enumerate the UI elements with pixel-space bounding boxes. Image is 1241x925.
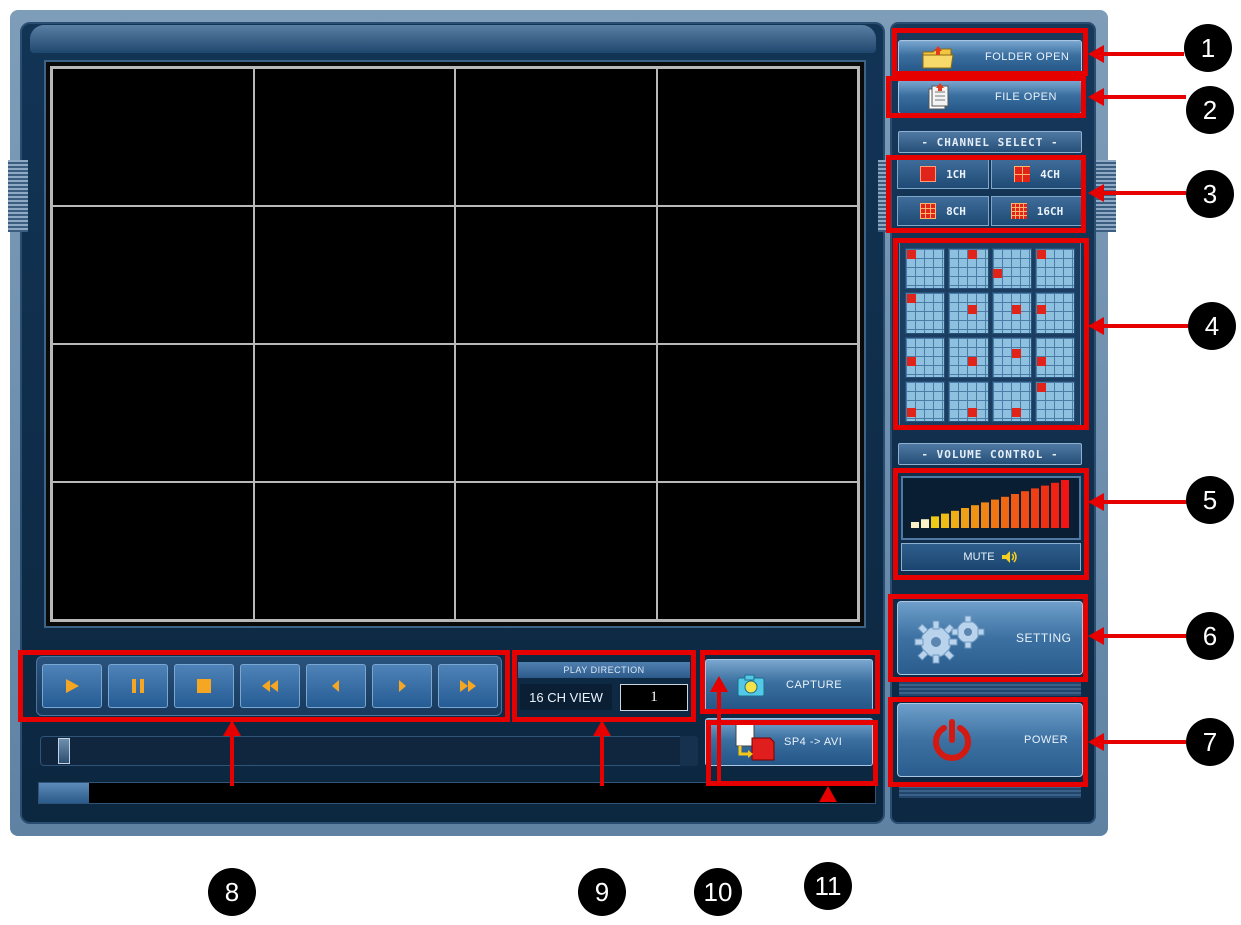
annotation-box-6 (888, 594, 1088, 682)
annotation-arrow-4 (1088, 317, 1104, 335)
annotation-box-5 (893, 468, 1089, 580)
annotation-line-8 (230, 734, 234, 786)
annotation-line-6 (1100, 634, 1186, 638)
annotation-arrow-2 (1088, 88, 1104, 106)
channel-select-title: - CHANNEL SELECT - (898, 131, 1082, 153)
annotation-badge-11: 11 (804, 862, 852, 910)
video-channel-cell[interactable] (253, 206, 455, 344)
annotation-box-11 (706, 720, 878, 786)
annotation-box-9 (512, 650, 696, 722)
annotation-arrow-10 (710, 676, 728, 692)
annotation-badge-9: 9 (578, 868, 626, 916)
video-channel-cell[interactable] (253, 344, 455, 482)
annotation-arrow-3 (1088, 184, 1104, 202)
annotation-arrow-11 (819, 786, 837, 802)
video-channel-cell[interactable] (656, 482, 858, 620)
seek-bar-end (680, 736, 698, 766)
video-channel-cell[interactable] (52, 206, 254, 344)
annotation-line-3 (1100, 191, 1186, 195)
volume-control-title: - VOLUME CONTROL - (898, 443, 1082, 465)
video-channel-cell[interactable] (455, 206, 657, 344)
video-channel-cell[interactable] (455, 68, 657, 206)
video-channel-cell[interactable] (455, 344, 657, 482)
annotation-arrow-8 (223, 720, 241, 736)
annotation-box-1 (892, 28, 1088, 76)
annotation-line-1 (1100, 52, 1184, 56)
seek-handle[interactable] (58, 738, 70, 764)
annotation-line-5 (1100, 500, 1188, 504)
annotation-box-3 (886, 155, 1086, 233)
annotation-badge-6: 6 (1186, 612, 1234, 660)
video-channel-cell[interactable] (656, 344, 858, 482)
annotation-line-4 (1100, 324, 1188, 328)
video-channel-cell[interactable] (253, 482, 455, 620)
annotation-line-10 (717, 690, 721, 786)
annotation-line-2 (1100, 95, 1186, 99)
annotation-line-7 (1100, 740, 1186, 744)
annotation-arrow-6 (1088, 627, 1104, 645)
annotation-box-2 (886, 76, 1086, 118)
video-channel-cell[interactable] (253, 68, 455, 206)
video-channel-cell[interactable] (455, 482, 657, 620)
annotation-box-7 (888, 697, 1088, 787)
annotation-arrow-9 (593, 720, 611, 736)
annotation-arrow-5 (1088, 493, 1104, 511)
title-strip (30, 25, 876, 53)
video-channel-cell[interactable] (656, 68, 858, 206)
annotation-badge-3: 3 (1186, 170, 1234, 218)
annotation-arrow-1 (1088, 45, 1104, 63)
video-channel-cell[interactable] (656, 206, 858, 344)
setting-stripe (899, 680, 1081, 696)
annotation-badge-7: 7 (1186, 718, 1234, 766)
video-channel-cell[interactable] (52, 344, 254, 482)
left-resize-grip[interactable] (8, 160, 28, 232)
annotation-box-4 (893, 238, 1089, 430)
video-channel-cell[interactable] (52, 482, 254, 620)
annotation-badge-5: 5 (1186, 476, 1234, 524)
video-grid (50, 66, 860, 622)
annotation-badge-10: 10 (694, 868, 742, 916)
annotation-badge-8: 8 (208, 868, 256, 916)
video-channel-cell[interactable] (52, 68, 254, 206)
app-window: FOLDER OPEN FILE OPEN - CHANNEL SELECT -… (0, 0, 1241, 925)
annotation-line-9 (600, 734, 604, 786)
annotation-arrow-7 (1088, 733, 1104, 751)
annotation-badge-4: 4 (1188, 302, 1236, 350)
annotation-badge-2: 2 (1186, 86, 1234, 134)
progress-fill (39, 783, 89, 803)
annotation-badge-1: 1 (1184, 24, 1232, 72)
annotation-box-8 (18, 650, 510, 722)
